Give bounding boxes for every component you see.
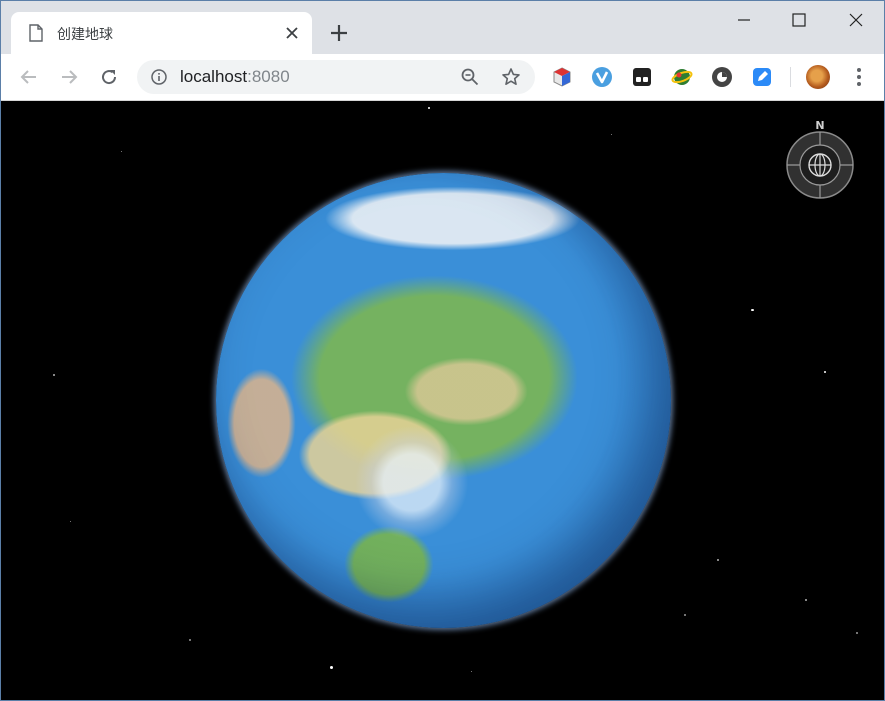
compass-icon[interactable] [786, 131, 854, 199]
star [121, 151, 122, 152]
tab-strip: 创建地球 [1, 1, 884, 54]
star [189, 639, 191, 641]
forward-button[interactable] [55, 63, 83, 91]
star [684, 614, 686, 616]
avatar[interactable] [806, 65, 830, 89]
star [805, 599, 807, 601]
star [70, 521, 71, 522]
toolbar: localhost:8080 [1, 54, 884, 101]
url-text[interactable]: localhost:8080 [180, 67, 290, 87]
page-icon [29, 24, 43, 42]
info-icon[interactable] [151, 69, 167, 85]
star [717, 559, 719, 561]
toolbar-separator [790, 67, 791, 87]
circle-extension-icon[interactable] [711, 66, 733, 88]
zoom-out-icon[interactable] [461, 68, 479, 86]
globe-viewport[interactable]: N [1, 101, 884, 700]
forward-arrow-icon [62, 70, 78, 84]
url-host: localhost [180, 67, 248, 86]
star [611, 134, 612, 135]
navigation-compass[interactable]: N [785, 119, 855, 201]
tab-title: 创建地球 [57, 27, 113, 43]
close-icon [849, 13, 863, 27]
dark-extension-icon[interactable] [631, 66, 653, 88]
star [330, 666, 333, 669]
star [824, 371, 826, 373]
star [53, 374, 55, 376]
maximize-button[interactable] [776, 1, 822, 39]
maximize-icon [792, 13, 806, 27]
back-button[interactable] [15, 63, 43, 91]
pen-extension-icon[interactable] [751, 66, 773, 88]
kebab-menu-icon[interactable] [849, 66, 869, 88]
star [856, 632, 858, 634]
back-arrow-icon [20, 70, 36, 84]
url-port: :8080 [247, 67, 290, 86]
reload-icon [102, 70, 117, 85]
star [751, 309, 754, 311]
globe-extension-icon[interactable] [671, 66, 693, 88]
minimize-icon [738, 19, 750, 21]
cube-extension-icon[interactable] [551, 66, 573, 88]
star-icon[interactable] [501, 67, 521, 87]
minimize-button[interactable] [721, 1, 767, 39]
address-bar[interactable]: localhost:8080 [137, 60, 535, 94]
window-close-button[interactable] [833, 1, 879, 39]
star [428, 107, 430, 109]
new-tab-button[interactable] [329, 23, 349, 43]
star [471, 671, 472, 672]
close-icon[interactable] [285, 26, 299, 40]
earth-globe[interactable] [216, 173, 671, 628]
v-extension-icon[interactable] [591, 66, 613, 88]
reload-button[interactable] [95, 63, 123, 91]
browser-window: 创建地球 localhost:8080 N [0, 0, 885, 701]
tab-active[interactable]: 创建地球 [11, 12, 312, 54]
